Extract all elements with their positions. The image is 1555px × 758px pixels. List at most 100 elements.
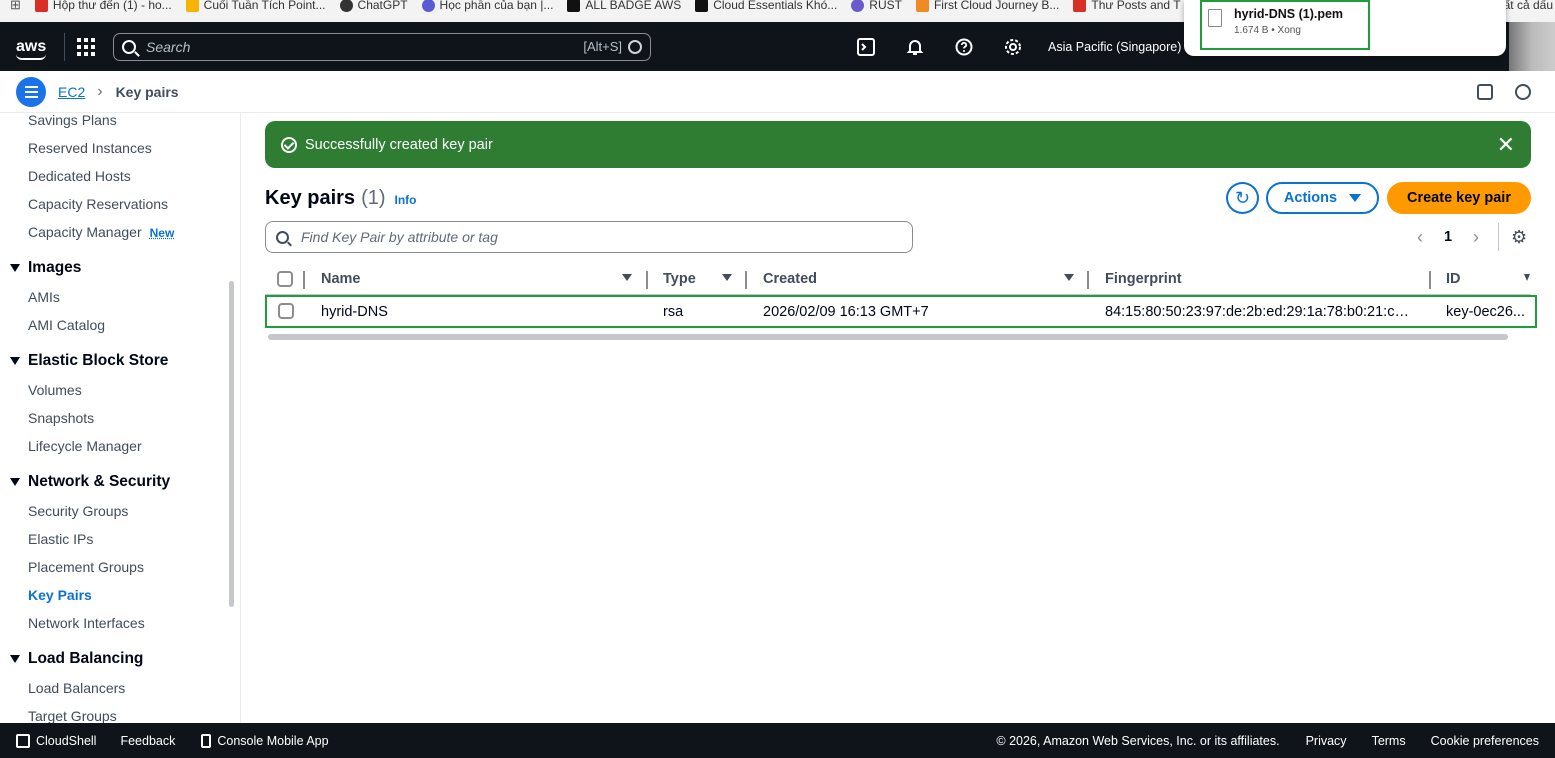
bell-icon[interactable] bbox=[905, 37, 925, 57]
table-row[interactable]: hyrid-DNS rsa 2026/02/09 16:13 GMT+7 84:… bbox=[265, 295, 1537, 328]
breadcrumb: EC2 › Key pairs bbox=[0, 71, 1555, 113]
sort-caret-icon[interactable] bbox=[722, 274, 732, 281]
sidebar-item-savings-plans[interactable]: Savings Plans bbox=[28, 113, 117, 128]
column-header-created[interactable]: Created bbox=[763, 271, 817, 287]
search-placeholder: Search bbox=[146, 38, 191, 55]
apps-grid-icon[interactable]: ⊞ bbox=[10, 0, 21, 13]
global-search-input[interactable]: Search [Alt+S] bbox=[113, 32, 651, 61]
sidebar-section-network[interactable]: Network & Security bbox=[10, 473, 170, 491]
sort-caret-icon[interactable] bbox=[1064, 274, 1074, 281]
select-all-checkbox[interactable] bbox=[277, 271, 293, 287]
filter-input[interactable]: Find Key Pair by attribute or tag bbox=[265, 221, 913, 253]
rust-icon bbox=[851, 0, 865, 12]
cloudshell-icon[interactable] bbox=[856, 37, 876, 57]
bookmark-item[interactable]: First Cloud Journey B... bbox=[915, 0, 1060, 16]
table-horizontal-scrollbar[interactable] bbox=[268, 334, 1508, 340]
column-header-fingerprint[interactable]: Fingerprint bbox=[1105, 271, 1182, 287]
bookmark-label: ChatGPT bbox=[357, 0, 408, 12]
sidebar-section-ebs[interactable]: Elastic Block Store bbox=[10, 352, 168, 370]
sort-caret-icon[interactable] bbox=[1524, 274, 1530, 281]
footer-label: CloudShell bbox=[36, 733, 97, 748]
mobile-app-icon bbox=[201, 733, 212, 748]
page-number[interactable]: 1 bbox=[1428, 229, 1468, 245]
info-link[interactable]: Info bbox=[395, 193, 417, 207]
bookmark-item[interactable]: Học phần của bạn |... bbox=[421, 0, 553, 16]
column-divider[interactable] bbox=[1087, 271, 1089, 289]
sidebar-item-network-interfaces[interactable]: Network Interfaces bbox=[28, 615, 145, 631]
bookmark-label: Thư Posts and T bbox=[1091, 0, 1181, 12]
bookmark-label: ALL BADGE AWS bbox=[585, 0, 682, 12]
feedback-link[interactable]: Feedback bbox=[120, 734, 175, 748]
services-grid-icon[interactable] bbox=[77, 37, 95, 56]
bookmark-item[interactable]: Cuối Tuần Tích Point... bbox=[185, 0, 326, 16]
sidebar-section-label: Elastic Block Store bbox=[28, 352, 169, 369]
sidebar-item-volumes[interactable]: Volumes bbox=[28, 382, 82, 398]
column-divider[interactable] bbox=[1429, 271, 1431, 289]
refresh-button[interactable]: ↻ bbox=[1226, 182, 1259, 214]
sidebar-item-target-groups[interactable]: Target Groups bbox=[28, 708, 117, 723]
actions-button[interactable]: Actions bbox=[1266, 182, 1379, 214]
sidebar-item-security-groups[interactable]: Security Groups bbox=[28, 503, 128, 519]
cookie-preferences-link[interactable]: Cookie preferences bbox=[1431, 734, 1539, 748]
bookmark-item[interactable]: Thư Posts and T bbox=[1073, 0, 1181, 16]
aws-logo[interactable]: aws bbox=[16, 38, 50, 60]
sidebar-item-snapshots[interactable]: Snapshots bbox=[28, 410, 94, 426]
menu-toggle-button[interactable] bbox=[16, 76, 46, 107]
footer-label: Feedback bbox=[120, 733, 176, 748]
sidebar-item-elastic-ips[interactable]: Elastic IPs bbox=[28, 531, 93, 547]
breadcrumb-ec2-link[interactable]: EC2 bbox=[58, 84, 85, 100]
region-selector[interactable]: Asia Pacific (Singapore) bbox=[1048, 40, 1181, 54]
settings-gear-icon[interactable] bbox=[1003, 37, 1023, 57]
amazon-q-icon[interactable] bbox=[628, 39, 642, 54]
row-checkbox[interactable] bbox=[278, 303, 294, 319]
sidebar-item-capacity-reservations[interactable]: Capacity Reservations bbox=[28, 196, 168, 212]
column-divider[interactable] bbox=[646, 271, 648, 289]
sidebar-item-load-balancers[interactable]: Load Balancers bbox=[28, 680, 125, 696]
mobile-app-link[interactable]: Console Mobile App bbox=[201, 733, 329, 748]
privacy-link[interactable]: Privacy bbox=[1306, 734, 1347, 748]
sidebar-section-images[interactable]: Images bbox=[10, 259, 81, 277]
bookmark-label: First Cloud Journey B... bbox=[933, 0, 1060, 12]
caret-down-icon bbox=[10, 264, 20, 272]
column-header-type[interactable]: Type bbox=[663, 271, 696, 287]
download-item[interactable]: hyrid-DNS (1).pem 1.674 B • Xong bbox=[1200, 0, 1370, 50]
search-icon bbox=[276, 230, 289, 244]
account-menu-blurred[interactable] bbox=[1509, 22, 1555, 71]
bookmark-item[interactable]: Cloud Essentials Khó... bbox=[695, 0, 837, 16]
caret-down-icon bbox=[10, 655, 20, 663]
sidebar-item-lifecycle-manager[interactable]: Lifecycle Manager bbox=[28, 438, 142, 454]
sidebar-nav: Savings Plans Reserved Instances Dedicat… bbox=[0, 113, 241, 723]
create-key-pair-button[interactable]: Create key pair bbox=[1387, 182, 1531, 214]
sidebar-section-load-balancing[interactable]: Load Balancing bbox=[10, 650, 143, 668]
bookmark-item[interactable]: Hộp thư đến (1) - ho... bbox=[34, 0, 172, 16]
console-tool-icon[interactable] bbox=[1477, 83, 1493, 100]
sidebar-item-reserved-instances[interactable]: Reserved Instances bbox=[28, 140, 152, 156]
chevron-right-icon[interactable]: › bbox=[1468, 227, 1484, 248]
sort-caret-icon[interactable] bbox=[622, 274, 632, 281]
chevron-left-icon[interactable]: ‹ bbox=[1412, 227, 1428, 248]
sidebar-item-placement-groups[interactable]: Placement Groups bbox=[28, 559, 144, 575]
sidebar-item-ami-catalog[interactable]: AMI Catalog bbox=[28, 317, 105, 333]
terms-link[interactable]: Terms bbox=[1372, 734, 1406, 748]
help-icon[interactable] bbox=[954, 37, 974, 57]
table-preferences-gear-icon[interactable]: ⚙ bbox=[1511, 227, 1527, 248]
amazon-q-panel-icon[interactable] bbox=[1515, 83, 1531, 100]
chatgpt-icon bbox=[339, 0, 353, 12]
search-shortcut-label: [Alt+S] bbox=[583, 39, 622, 54]
column-header-name[interactable]: Name bbox=[321, 271, 361, 287]
close-icon[interactable]: ✕ bbox=[1497, 133, 1515, 155]
sidebar-item-capacity-manager[interactable]: Capacity Manager New bbox=[28, 224, 174, 240]
bookmark-item[interactable]: ChatGPT bbox=[339, 0, 408, 16]
bookmark-item[interactable]: RUST bbox=[851, 0, 902, 16]
bookmark-item[interactable]: ất cả dấu bbox=[1504, 0, 1553, 16]
sidebar-item-amis[interactable]: AMIs bbox=[28, 289, 60, 305]
column-divider[interactable] bbox=[745, 271, 747, 289]
sidebar-item-dedicated-hosts[interactable]: Dedicated Hosts bbox=[28, 168, 131, 184]
sidebar-scrollbar[interactable] bbox=[229, 281, 234, 607]
sidebar-item-key-pairs[interactable]: Key Pairs bbox=[28, 587, 92, 603]
aws-smile-icon bbox=[16, 54, 46, 60]
caret-down-icon bbox=[10, 357, 20, 365]
column-header-id[interactable]: ID bbox=[1446, 271, 1461, 287]
cloudshell-button[interactable]: CloudShell bbox=[16, 733, 97, 748]
bookmark-item[interactable]: ALL BADGE AWS bbox=[567, 0, 681, 16]
